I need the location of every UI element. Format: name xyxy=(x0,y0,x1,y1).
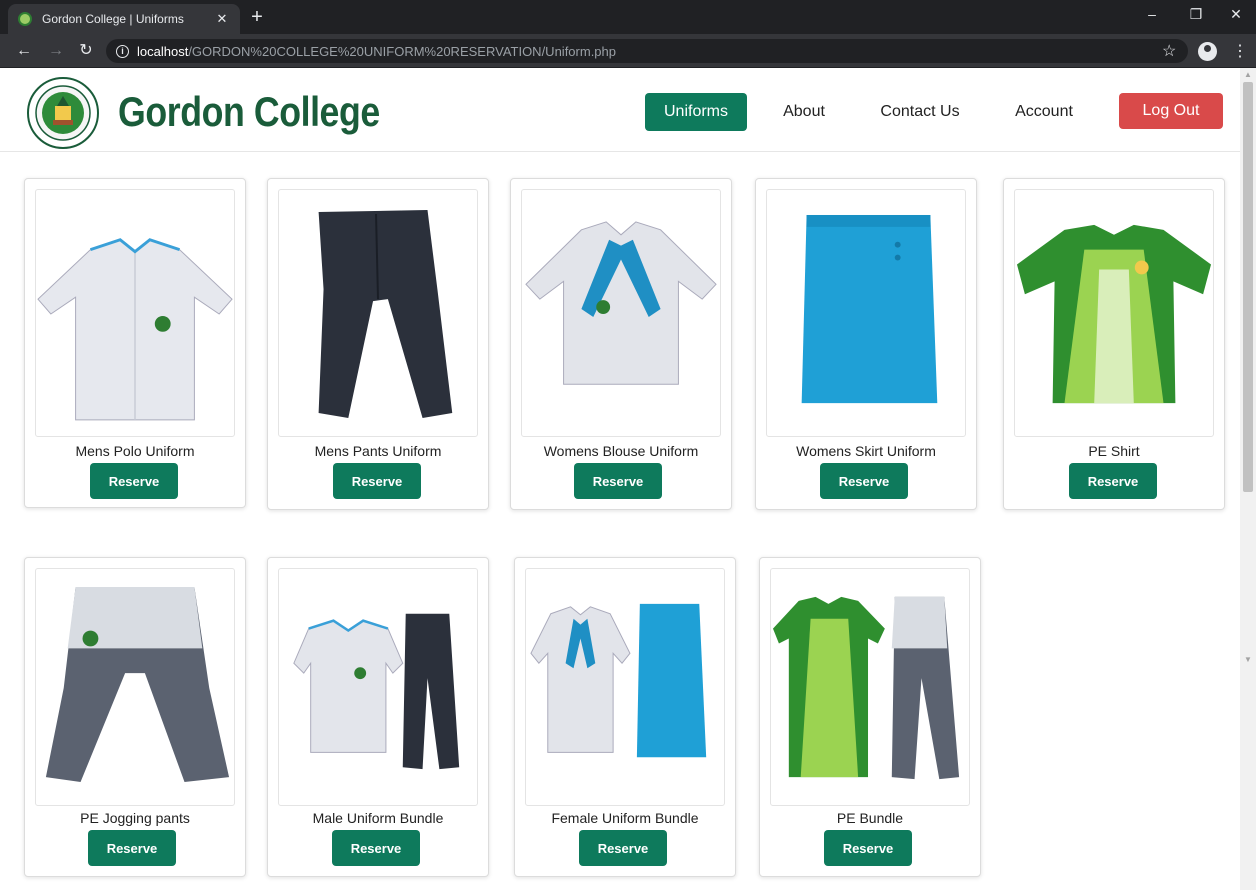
bookmark-star-icon[interactable]: ☆ xyxy=(1162,41,1176,61)
browser-toolbar: ← → ↻ i localhost /GORDON%20COLLEGE%20UN… xyxy=(0,34,1256,68)
window-close-icon[interactable]: ✕ xyxy=(1226,6,1246,23)
reload-icon[interactable]: ↻ xyxy=(76,41,96,61)
scroll-thumb[interactable] xyxy=(1243,82,1253,492)
product-card: PE Shirt Reserve xyxy=(1003,178,1225,510)
reserve-button[interactable]: Reserve xyxy=(333,463,421,499)
reserve-button[interactable]: Reserve xyxy=(90,463,178,499)
product-card: Male Uniform Bundle Reserve xyxy=(267,557,489,877)
product-image xyxy=(1014,189,1214,437)
product-card: PE Bundle Reserve xyxy=(759,557,981,877)
favicon-icon xyxy=(18,12,32,26)
product-card: Mens Pants Uniform Reserve xyxy=(267,178,489,510)
minimize-icon[interactable]: – xyxy=(1142,6,1162,22)
product-name: Womens Skirt Uniform xyxy=(796,443,936,459)
site-header: Gordon College Uniforms About Contact Us… xyxy=(0,68,1240,152)
product-card: PE Jogging pants Reserve xyxy=(24,557,246,877)
college-seal-logo xyxy=(27,77,99,149)
product-name: PE Shirt xyxy=(1088,443,1140,459)
reserve-button[interactable]: Reserve xyxy=(820,463,908,499)
product-name: PE Bundle xyxy=(836,810,904,826)
info-icon[interactable]: i xyxy=(116,44,129,58)
page-viewport: Gordon College Uniforms About Contact Us… xyxy=(0,68,1240,890)
forward-icon[interactable]: → xyxy=(46,41,66,61)
site-title: Gordon College xyxy=(118,88,380,135)
reserve-button[interactable]: Reserve xyxy=(1069,463,1157,499)
page-scrollbar[interactable]: ▲ ▼ xyxy=(1240,68,1256,890)
product-card: Mens Polo Uniform Reserve xyxy=(24,178,246,508)
url-path: /GORDON%20COLLEGE%20UNIFORM%20RESERVATIO… xyxy=(188,43,616,59)
url-host: localhost xyxy=(137,43,189,59)
product-image xyxy=(35,189,235,437)
nav-contact-us[interactable]: Contact Us xyxy=(868,93,972,131)
product-image xyxy=(521,189,721,437)
profile-icon[interactable] xyxy=(1198,42,1217,61)
kebab-menu-icon[interactable]: ⋮ xyxy=(1232,41,1248,61)
new-tab-icon[interactable]: + xyxy=(246,6,268,28)
product-name: Male Uniform Bundle xyxy=(312,810,444,826)
scroll-up-icon[interactable]: ▲ xyxy=(1240,68,1256,82)
product-image xyxy=(766,189,966,437)
product-image xyxy=(35,568,235,806)
nav-account[interactable]: Account xyxy=(1002,93,1086,131)
nav-about[interactable]: About xyxy=(770,93,838,131)
product-card: Female Uniform Bundle Reserve xyxy=(514,557,736,877)
product-image xyxy=(278,568,478,806)
product-image xyxy=(770,568,970,806)
product-name: Female Uniform Bundle xyxy=(551,810,699,826)
tab-title: Gordon College | Uniforms xyxy=(42,12,184,26)
product-card: Womens Blouse Uniform Reserve xyxy=(510,178,732,510)
logout-button[interactable]: Log Out xyxy=(1119,93,1223,129)
product-image xyxy=(525,568,725,806)
back-icon[interactable]: ← xyxy=(14,41,34,61)
browser-tab-bar: Gordon College | Uniforms ✕ + – ❐ ✕ xyxy=(0,0,1256,34)
product-name: Mens Polo Uniform xyxy=(75,443,195,459)
reserve-button[interactable]: Reserve xyxy=(824,830,912,866)
reserve-button[interactable]: Reserve xyxy=(579,830,667,866)
product-name: Womens Blouse Uniform xyxy=(543,443,699,459)
product-card: Womens Skirt Uniform Reserve xyxy=(755,178,977,510)
address-bar[interactable]: i localhost /GORDON%20COLLEGE%20UNIFORM%… xyxy=(106,39,1188,63)
reserve-button[interactable]: Reserve xyxy=(332,830,420,866)
reserve-button[interactable]: Reserve xyxy=(88,830,176,866)
scroll-down-icon[interactable]: ▼ xyxy=(1240,653,1256,667)
product-name: PE Jogging pants xyxy=(80,810,190,826)
nav-uniforms[interactable]: Uniforms xyxy=(645,93,747,131)
close-icon[interactable]: ✕ xyxy=(214,11,230,27)
browser-tab[interactable]: Gordon College | Uniforms ✕ xyxy=(8,4,240,34)
reserve-button[interactable]: Reserve xyxy=(574,463,662,499)
product-name: Mens Pants Uniform xyxy=(314,443,442,459)
restore-icon[interactable]: ❐ xyxy=(1186,6,1206,23)
product-image xyxy=(278,189,478,437)
